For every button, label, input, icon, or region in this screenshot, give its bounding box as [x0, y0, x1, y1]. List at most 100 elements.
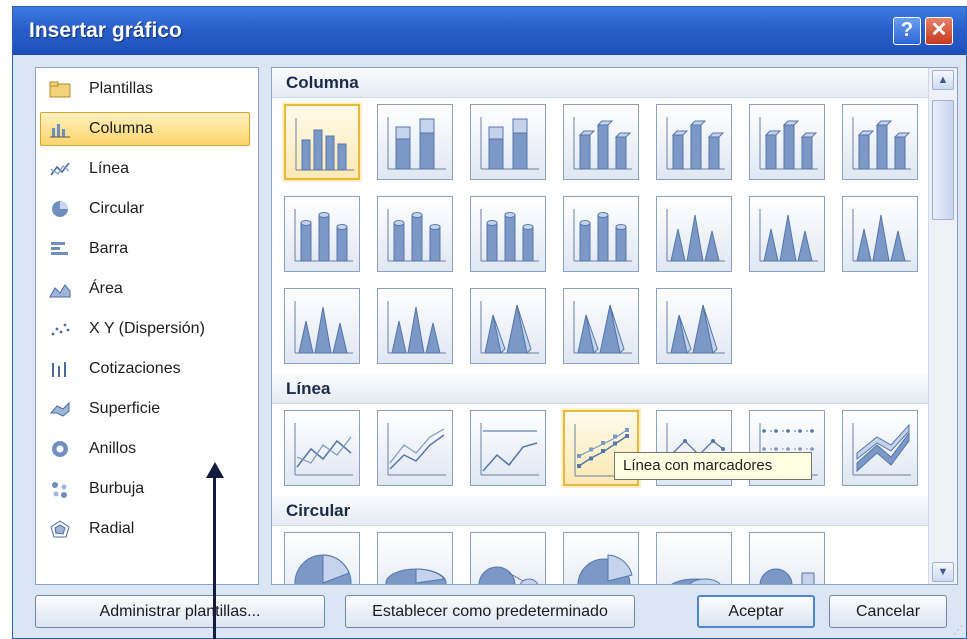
dialog-body: Plantillas Columna Línea Circular Barra Área X…	[15, 55, 966, 638]
category-label: Plantillas	[89, 80, 154, 97]
chart-subtype-option[interactable]	[563, 104, 639, 180]
chart-subtype-option[interactable]	[284, 104, 360, 180]
chart-subtype-option[interactable]	[749, 104, 825, 180]
chart-subtype-glyph	[577, 554, 633, 584]
folder-icon	[49, 80, 71, 98]
resize-grip-icon[interactable]: ⋰	[953, 625, 966, 638]
category-item[interactable]: X Y (Dispersión)	[40, 312, 250, 346]
chart-subtype-glyph	[573, 117, 632, 170]
category-item[interactable]: Superficie	[40, 392, 250, 426]
chart-subtype-option[interactable]	[377, 288, 453, 364]
bubble-chart-icon	[49, 480, 71, 498]
category-label: Barra	[89, 240, 129, 257]
chart-subtype-option[interactable]	[377, 196, 453, 272]
chart-gallery: ▲ ▼ Columna Línea Circular	[271, 67, 958, 585]
scroll-down-button[interactable]: ▼	[932, 562, 954, 582]
chart-subtype-option[interactable]	[749, 196, 825, 272]
chart-subtype-glyph	[478, 566, 539, 584]
chart-subtype-option[interactable]	[563, 288, 639, 364]
chart-subtype-glyph	[385, 568, 447, 584]
bar-chart-icon	[49, 240, 71, 258]
chart-subtype-glyph	[666, 301, 725, 355]
chart-subtype-glyph	[666, 117, 725, 170]
chart-subtype-option[interactable]	[284, 196, 360, 272]
annotation-arrow	[213, 470, 216, 639]
area-chart-icon	[49, 280, 71, 298]
chart-subtype-glyph	[852, 209, 911, 262]
section-title: Línea	[286, 379, 331, 398]
scrollbar-thumb[interactable]	[932, 100, 954, 220]
chart-subtype-option[interactable]	[656, 196, 732, 272]
category-item[interactable]: Columna	[40, 112, 250, 146]
category-label: Radial	[89, 520, 135, 537]
set-default-button[interactable]: Establecer como predeterminado	[345, 595, 635, 628]
category-item[interactable]: Anillos	[40, 432, 250, 466]
chart-subtype-option[interactable]	[470, 104, 546, 180]
chart-subtype-glyph	[480, 117, 539, 170]
category-label: X Y (Dispersión)	[89, 320, 205, 337]
category-label: Área	[89, 280, 123, 297]
scroll-up-button[interactable]: ▲	[932, 70, 954, 90]
chart-subtype-glyph	[295, 118, 354, 171]
chart-subtype-option[interactable]	[284, 410, 360, 486]
chart-subtype-glyph	[480, 301, 539, 355]
help-button[interactable]: ?	[893, 17, 921, 45]
close-button[interactable]: ✕	[925, 17, 953, 45]
category-label: Burbuja	[89, 480, 145, 497]
section-title: Columna	[286, 73, 359, 92]
chart-subtype-glyph	[573, 301, 632, 355]
cancel-button[interactable]: Cancelar	[829, 595, 947, 628]
radar-chart-icon	[49, 520, 71, 538]
chart-subtype-glyph	[852, 423, 911, 476]
category-item[interactable]: Área	[40, 272, 250, 306]
category-label: Circular	[89, 200, 145, 217]
chart-subtype-glyph	[480, 423, 539, 476]
surface-chart-icon	[49, 400, 71, 418]
manage-templates-button[interactable]: Administrar plantillas...	[35, 595, 325, 628]
insert-chart-dialog: Insertar gráfico ? ✕ Plantillas Columna Lí…	[12, 6, 967, 639]
chart-subtype-glyph	[387, 209, 446, 262]
chart-subtype-option[interactable]	[377, 532, 453, 584]
gallery-scrollbar[interactable]: ▲ ▼	[928, 68, 957, 584]
category-label: Columna	[89, 120, 154, 137]
category-label: Superficie	[89, 400, 161, 417]
chart-subtype-glyph	[387, 117, 446, 170]
chart-subtype-option[interactable]	[656, 532, 732, 584]
chart-subtype-option[interactable]	[749, 532, 825, 584]
chart-subtype-option[interactable]	[842, 196, 918, 272]
category-item[interactable]: Cotizaciones	[40, 352, 250, 386]
category-label: Cotizaciones	[89, 360, 181, 377]
chart-subtype-glyph	[759, 209, 818, 262]
doughnut-chart-icon	[49, 440, 71, 458]
section-header: Circular	[272, 496, 928, 526]
chart-subtype-option[interactable]	[842, 410, 918, 486]
chart-subtype-option[interactable]	[284, 288, 360, 364]
chart-subtype-option[interactable]	[656, 104, 732, 180]
chart-subtype-option[interactable]	[563, 532, 639, 584]
chart-subtype-option[interactable]	[470, 288, 546, 364]
chart-subtype-option[interactable]	[470, 532, 546, 584]
chart-subtype-option[interactable]	[377, 104, 453, 180]
chart-subtype-glyph	[294, 301, 353, 354]
category-item[interactable]: Línea	[40, 152, 250, 186]
accept-button[interactable]: Aceptar	[697, 595, 815, 628]
category-item[interactable]: Barra	[40, 232, 250, 266]
chart-subtype-option[interactable]	[284, 532, 360, 584]
category-label: Línea	[89, 160, 130, 177]
category-item[interactable]: Radial	[40, 512, 250, 546]
chart-subtype-option[interactable]	[656, 288, 732, 364]
pie-chart-icon	[49, 200, 71, 218]
category-item[interactable]: Circular	[40, 192, 250, 226]
scatter-chart-icon	[49, 320, 71, 338]
chart-subtype-option[interactable]	[563, 196, 639, 272]
chart-subtype-option[interactable]	[470, 196, 546, 272]
chart-subtype-option[interactable]	[842, 104, 918, 180]
chart-subtype-option[interactable]	[377, 410, 453, 486]
category-item[interactable]: Plantillas	[40, 72, 250, 106]
column-chart-icon	[49, 120, 71, 138]
section-header: Línea	[272, 374, 928, 404]
chart-category-list: Plantillas Columna Línea Circular Barra Área X…	[35, 67, 259, 585]
chart-subtype-option[interactable]	[470, 410, 546, 486]
stock-chart-icon	[49, 360, 71, 378]
chart-subtype-glyph	[294, 423, 353, 476]
